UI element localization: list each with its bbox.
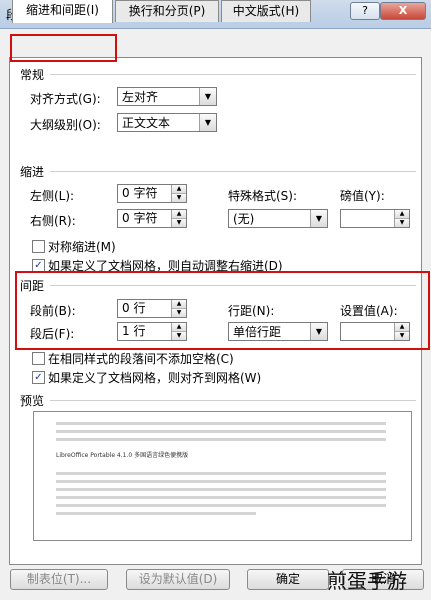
general-divider <box>50 74 416 75</box>
preview-pane: LibreOffice Portable 4.1.0 多国语言绿色便携版 <box>33 411 412 541</box>
measure-label: 磅值(Y): <box>340 189 385 203</box>
left-indent-value: 0 字符 <box>122 186 158 200</box>
chevron-down-icon: ▼ <box>199 114 216 131</box>
spin-down-icon[interactable]: ▼ <box>395 332 409 340</box>
snap-grid-label: 如果定义了文档网格，则对齐到网格(W) <box>48 371 262 385</box>
space-before-label: 段前(B): <box>30 304 76 318</box>
preview-line <box>56 430 386 433</box>
preview-line <box>56 488 386 491</box>
space-after-label: 段后(F): <box>30 327 75 341</box>
special-format-select[interactable]: (无) ▼ <box>228 209 328 228</box>
mirror-indent-checkbox[interactable] <box>32 240 45 253</box>
preview-heading: 预览 <box>20 394 45 408</box>
special-format-label: 特殊格式(S): <box>228 189 298 203</box>
alignment-label: 对齐方式(G): <box>30 92 101 106</box>
measure-spinner[interactable]: ▲ ▼ <box>340 209 410 228</box>
right-indent-spinner[interactable]: 0 字符 ▲ ▼ <box>117 209 187 228</box>
spin-down-icon[interactable]: ▼ <box>172 194 186 202</box>
no-space-label: 在相同样式的段落间不添加空格(C) <box>48 352 234 366</box>
preview-line <box>56 504 386 507</box>
line-spacing-select[interactable]: 单倍行距 ▼ <box>228 322 328 341</box>
space-after-value: 1 行 <box>122 324 146 338</box>
watermark-text: 煎蛋手游 <box>327 569 407 593</box>
preview-divider <box>50 400 416 401</box>
preview-line <box>56 512 256 515</box>
spacing-heading: 间距 <box>20 279 45 293</box>
preview-line <box>56 480 386 483</box>
line-spacing-value: 单倍行距 <box>233 325 282 339</box>
indent-divider <box>50 171 416 172</box>
right-indent-value: 0 字符 <box>122 211 158 225</box>
outline-level-label: 大纲级别(O): <box>30 118 101 132</box>
chevron-down-icon: ▼ <box>310 210 327 227</box>
tab-line-page-breaks[interactable]: 换行和分页(P) <box>115 0 219 22</box>
tab-asian-typography[interactable]: 中文版式(H) <box>221 0 311 22</box>
close-button[interactable]: X <box>380 2 426 20</box>
snap-grid-checkbox[interactable]: ✓ <box>32 371 45 384</box>
spacing-divider <box>50 285 416 286</box>
spin-up-icon[interactable]: ▲ <box>395 323 409 332</box>
auto-adjust-label: 如果定义了文档网格，则自动调整右缩进(D) <box>48 259 283 273</box>
help-button[interactable]: ? <box>350 2 380 20</box>
preview-line <box>56 472 386 475</box>
line-spacing-label: 行距(N): <box>228 304 275 318</box>
tab-indents-spacing[interactable]: 缩进和间距(I) <box>12 0 113 23</box>
outline-level-value: 正文文本 <box>122 116 171 130</box>
spin-down-icon[interactable]: ▼ <box>172 332 186 340</box>
preview-line <box>56 438 386 441</box>
spin-down-icon[interactable]: ▼ <box>395 219 409 227</box>
preview-line <box>56 422 386 425</box>
left-indent-spinner[interactable]: 0 字符 ▲ ▼ <box>117 184 187 203</box>
outline-level-select[interactable]: 正文文本 ▼ <box>117 113 217 132</box>
chevron-down-icon: ▼ <box>199 88 216 105</box>
left-indent-label: 左侧(L): <box>30 189 75 203</box>
space-before-value: 0 行 <box>122 301 146 315</box>
spin-up-icon[interactable]: ▲ <box>172 185 186 194</box>
preview-sample-text: LibreOffice Portable 4.1.0 多国语言绿色便携版 <box>56 452 189 459</box>
spin-down-icon[interactable]: ▼ <box>172 309 186 317</box>
ok-button[interactable]: 确定 <box>247 569 329 590</box>
spin-down-icon[interactable]: ▼ <box>172 219 186 227</box>
spin-up-icon[interactable]: ▲ <box>395 210 409 219</box>
general-heading: 常规 <box>20 68 45 82</box>
preview-line <box>56 496 386 499</box>
spin-up-icon[interactable]: ▲ <box>172 210 186 219</box>
auto-adjust-checkbox[interactable]: ✓ <box>32 259 45 272</box>
no-space-checkbox[interactable] <box>32 352 45 365</box>
indent-heading: 缩进 <box>20 165 45 179</box>
chevron-down-icon: ▼ <box>310 323 327 340</box>
spin-up-icon[interactable]: ▲ <box>172 323 186 332</box>
alignment-select[interactable]: 左对齐 ▼ <box>117 87 217 106</box>
special-format-value: (无) <box>233 212 255 226</box>
set-value-spinner[interactable]: ▲ ▼ <box>340 322 410 341</box>
alignment-value: 左对齐 <box>122 90 159 104</box>
space-before-spinner[interactable]: 0 行 ▲ ▼ <box>117 299 187 318</box>
space-after-spinner[interactable]: 1 行 ▲ ▼ <box>117 322 187 341</box>
set-default-button[interactable]: 设为默认值(D) <box>126 569 230 590</box>
right-indent-label: 右侧(R): <box>30 214 76 228</box>
set-value-label: 设置值(A): <box>340 304 398 318</box>
mirror-indent-label: 对称缩进(M) <box>48 240 116 254</box>
spin-up-icon[interactable]: ▲ <box>172 300 186 309</box>
tabs-button[interactable]: 制表位(T)... <box>10 569 108 590</box>
